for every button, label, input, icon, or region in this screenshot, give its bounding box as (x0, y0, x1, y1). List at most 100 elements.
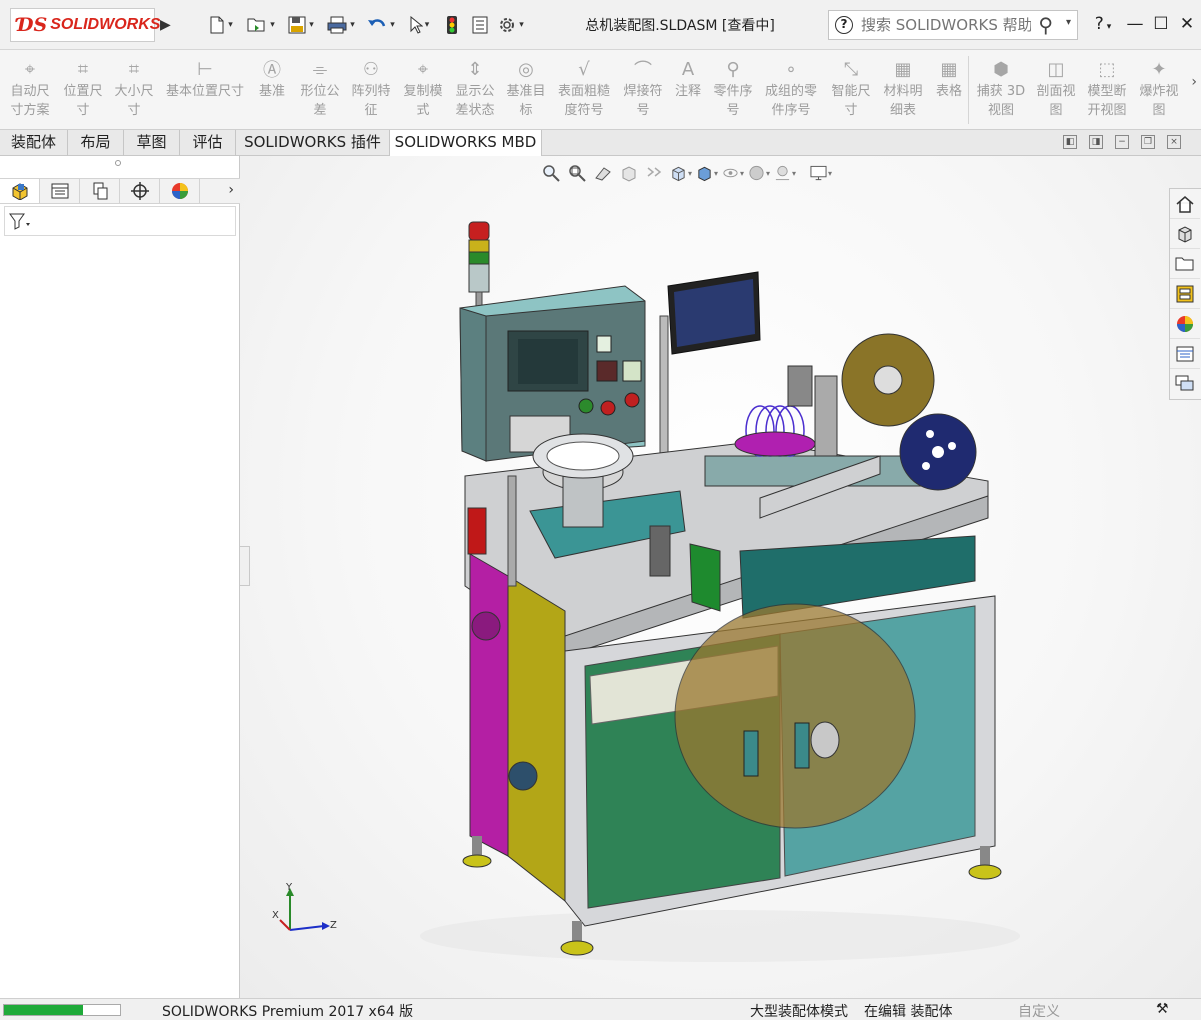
tree-filter-bar[interactable] (4, 206, 236, 236)
panel-grip-icon[interactable] (115, 160, 121, 166)
ribbon-exploded-view-button[interactable]: ✦ 爆炸视 图 (1134, 52, 1184, 128)
command-manager-ribbon: ⌖ 自动尺 寸方案 ⌗ 位置尺 寸 ⌗ 大小尺 寸 ⊢ 基本位置尺寸 Ⓐ 基准 ⌯ 形位公 差 ⚇ 阵列特… (0, 50, 1201, 130)
ribbon-note-button[interactable]: A 注释 (670, 52, 706, 128)
undo-button[interactable]: ▾ (364, 12, 398, 38)
command-manager-tabs: 装配体 布局 草图 评估 SOLIDWORKS 插件 SOLIDWORKS MB… (0, 130, 1201, 157)
ribbon-label: 复制模 式 (403, 84, 443, 118)
product-version-text: SOLIDWORKS Premium 2017 x64 版 (162, 1004, 414, 1020)
chevron-right-icon[interactable]: › (228, 182, 234, 198)
save-button[interactable]: ▾ (284, 12, 318, 38)
assembly-model-render[interactable] (240, 156, 1201, 998)
view-palette-icon[interactable] (1170, 279, 1200, 309)
ribbon-show-tolerance-status-button[interactable]: ⇕ 显示公 差状态 (450, 52, 500, 128)
save-icon (288, 16, 306, 34)
ribbon-copy-scheme-button[interactable]: ⌖ 复制模 式 (398, 52, 448, 128)
ribbon-label: 基准 (258, 84, 285, 99)
dimxpert-manager-tab[interactable] (120, 179, 160, 203)
close-button[interactable]: ✕ (1174, 10, 1200, 38)
chevron-down-icon[interactable]: ▾ (1066, 17, 1071, 28)
ribbon-scroll-right-icon[interactable]: › (1191, 74, 1197, 90)
help-menu-button[interactable]: ? ▾ (1086, 10, 1120, 38)
geometric-tolerance-icon: ⌯ (312, 58, 328, 80)
tab-solidworks-addins[interactable]: SOLIDWORKS 插件 (236, 130, 390, 156)
chevron-down-icon: ▾ (390, 20, 395, 30)
ribbon-location-dimension-button[interactable]: ⌗ 位置尺 寸 (58, 52, 108, 128)
feature-manager-tab[interactable] (0, 179, 40, 203)
graphics-area[interactable]: ▾ ▾ ▾ ▾ ▾ ▾ Y X Z (240, 156, 1201, 998)
file-properties-button[interactable] (468, 12, 492, 38)
ribbon-datum-target-button[interactable]: ◎ 基准目 标 (502, 52, 550, 128)
ribbon-smart-dimension-button[interactable]: ⤡ 智能尺 寸 (826, 52, 876, 128)
cursor-arrow-icon (410, 16, 423, 34)
ribbon-section-view-button[interactable]: ◫ 剖面视 图 (1032, 52, 1080, 128)
ribbon-label: 基本位置尺寸 (165, 84, 244, 99)
rebuild-status-icon[interactable]: ⚒ (1156, 1001, 1169, 1017)
balloon-icon: ⚲ (726, 58, 740, 80)
surface-finish-icon: √ (578, 58, 590, 80)
home-icon[interactable] (1170, 189, 1200, 219)
tab-layout[interactable]: 布局 (68, 130, 124, 156)
configuration-manager-tab[interactable] (80, 179, 120, 203)
rebuild-button[interactable] (440, 12, 464, 38)
title-bar: ƊS SOLIDWORKS ▶ ▾ ▾ ▾ ▾ ▾ ▾ ▾ 总机装配图.SLDA… (0, 0, 1201, 50)
maximize-button[interactable]: ☐ (1148, 10, 1174, 38)
minimize-button[interactable]: — (1122, 10, 1148, 38)
ribbon-weld-symbol-button[interactable]: ⌒ 焊接符 号 (618, 52, 668, 128)
tab-assembly[interactable]: 装配体 (0, 130, 68, 156)
restore-left-icon[interactable]: ◧ (1063, 135, 1077, 149)
ribbon-balloon-button[interactable]: ⚲ 零件序 号 (708, 52, 758, 128)
new-document-button[interactable]: ▾ (204, 12, 238, 38)
ribbon-geometric-tolerance-button[interactable]: ⌯ 形位公 差 (296, 52, 344, 128)
tab-window-controls: ◧ ◨ − ❐ × (1063, 135, 1181, 149)
design-library-icon[interactable] (1170, 219, 1200, 249)
appearances-icon[interactable] (1170, 309, 1200, 339)
print-button[interactable]: ▾ (324, 12, 358, 38)
ribbon-pattern-feature-button[interactable]: ⚇ 阵列特 征 (346, 52, 396, 128)
select-button[interactable]: ▾ (404, 12, 434, 38)
solidworks-logo[interactable]: ƊS SOLIDWORKS (10, 8, 160, 42)
ribbon-label: 材料明 细表 (883, 84, 923, 118)
options-button[interactable]: ▾ (494, 12, 528, 38)
open-folder-icon (247, 18, 265, 32)
file-properties-icon (472, 16, 488, 34)
unit-system-selector[interactable]: 自定义 (1018, 1001, 1060, 1021)
ribbon-model-break-view-button[interactable]: ⬚ 模型断 开视图 (1082, 52, 1132, 128)
forum-icon[interactable] (1170, 369, 1200, 399)
large-assembly-mode-text: 大型装配体模式 (750, 1004, 848, 1020)
menu-expand-icon[interactable]: ▶ (160, 14, 174, 36)
panel-collapse-handle[interactable] (240, 546, 250, 586)
ribbon-label: 表面粗糙 度符号 (557, 84, 610, 118)
restore-right-icon[interactable]: ◨ (1089, 135, 1103, 149)
ribbon-surface-finish-button[interactable]: √ 表面粗糙 度符号 (552, 52, 616, 128)
ribbon-label: 形位公 差 (300, 84, 340, 118)
doc-minimize-icon[interactable]: − (1115, 135, 1129, 149)
ribbon-auto-dimension-button[interactable]: ⌖ 自动尺 寸方案 (4, 52, 56, 128)
display-manager-tab[interactable] (160, 179, 200, 203)
help-search-input[interactable] (861, 16, 1031, 34)
ribbon-size-dimension-button[interactable]: ⌗ 大小尺 寸 (110, 52, 158, 128)
custom-properties-icon[interactable] (1170, 339, 1200, 369)
tab-sketch[interactable]: 草图 (124, 130, 180, 156)
ribbon-basic-location-dimension-button[interactable]: ⊢ 基本位置尺寸 (160, 52, 250, 128)
ribbon-label: 智能尺 寸 (831, 84, 871, 118)
search-icon[interactable]: ⚲ (1038, 13, 1053, 37)
help-question-icon: ? (835, 16, 853, 34)
chevron-down-icon: ▾ (519, 20, 524, 30)
help-search-box[interactable]: ? ⚲ ▾ (828, 10, 1078, 40)
ribbon-label: 爆炸视 图 (1139, 84, 1179, 118)
doc-restore-icon[interactable]: ❐ (1141, 135, 1155, 149)
tab-solidworks-mbd[interactable]: SOLIDWORKS MBD (390, 130, 542, 157)
file-explorer-icon[interactable] (1170, 249, 1200, 279)
progress-fill (4, 1005, 83, 1015)
open-document-button[interactable]: ▾ (244, 12, 278, 38)
ribbon-stacked-balloon-button[interactable]: ∘ 成组的零 件序号 (758, 52, 824, 128)
ribbon-table-button[interactable]: ▦ 表格 (928, 52, 970, 128)
task-pane-tabs (1169, 188, 1201, 400)
chevron-down-icon: ▾ (1106, 22, 1112, 32)
doc-close-icon[interactable]: × (1167, 135, 1181, 149)
ribbon-bill-of-materials-button[interactable]: ▦ 材料明 细表 (878, 52, 928, 128)
ribbon-datum-button[interactable]: Ⓐ 基准 (252, 52, 292, 128)
tab-evaluate[interactable]: 评估 (180, 130, 236, 156)
ribbon-capture-3d-view-button[interactable]: ⬢ 捕获 3D 视图 (972, 52, 1030, 128)
property-manager-tab[interactable] (40, 179, 80, 203)
